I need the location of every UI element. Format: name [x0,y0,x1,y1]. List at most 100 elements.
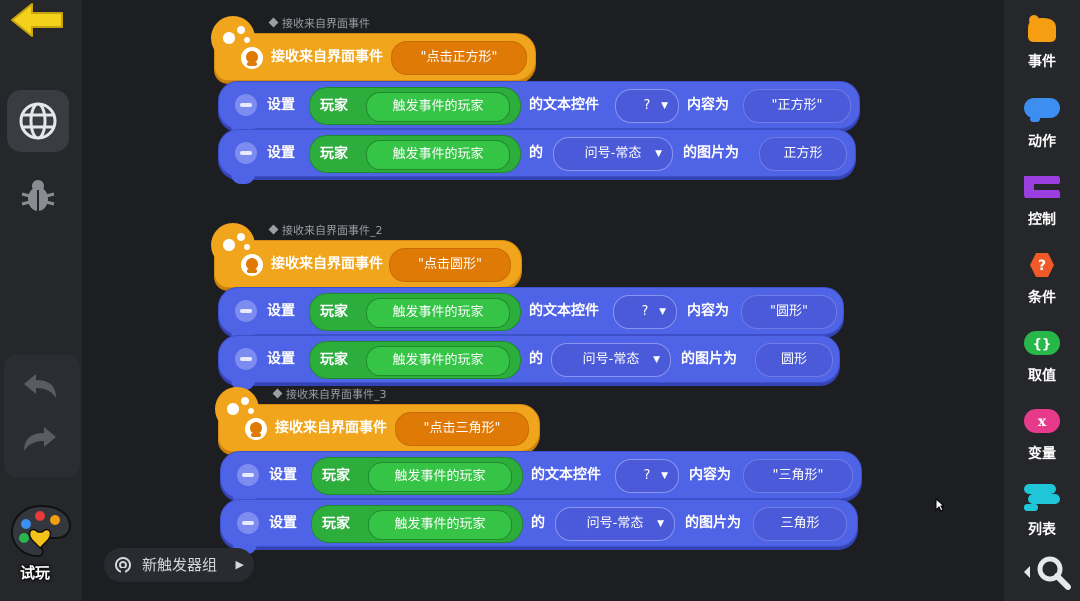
block-palette: 事件 动作 控制 ? 条件 {} 取值 x 变量 列表 [1004,0,1080,601]
value-icon: {} [1024,331,1060,355]
category-label: 动作 [1028,134,1056,150]
ui-event-icon [241,47,263,69]
variable-icon: x [1024,409,1060,433]
event-block[interactable]: 接收来自界面事件 "点击正方形" [211,16,536,81]
action-icon [1024,98,1060,122]
group-label: 接收来自界面事件 [268,15,370,31]
back-arrow-icon[interactable] [8,0,68,40]
image-control-dropdown[interactable]: 问号-常态 ▼ [555,507,675,541]
control-dropdown[interactable]: ? ▼ [615,459,679,493]
caret-down-icon: ▼ [659,307,666,317]
caret-down-icon: ▼ [655,149,662,159]
category-label: 事件 [1028,54,1056,70]
image-label: 的图片为 [683,145,739,161]
set-label: 设置 [267,303,295,319]
set-image-block[interactable]: 设置 玩家 触发事件的玩家 的 问号-常态 ▼ 的图片为 正方形 [218,129,856,184]
trigger-player-value[interactable]: 触发事件的玩家 [366,298,510,328]
player-block[interactable]: 玩家 触发事件的玩家 [309,341,521,379]
player-block[interactable]: 玩家 触发事件的玩家 [311,457,523,495]
script-canvas[interactable]: 接收来自界面事件 接收来自界面事件 "点击正方形" 设置 玩家 触发事件的玩家 … [82,0,1004,601]
action-icon [235,94,257,116]
trigger-player-value[interactable]: 触发事件的玩家 [368,510,512,540]
globe-button[interactable] [7,90,69,152]
play-test-button[interactable]: 试玩 [10,502,72,582]
control-dropdown[interactable]: ? ▼ [615,89,679,123]
player-label: 玩家 [322,516,350,532]
category-label: 列表 [1028,522,1056,538]
event-block[interactable]: 接收来自界面事件 "点击圆形" [211,223,522,288]
content-label: 内容为 [687,303,729,319]
category-action[interactable]: 动作 [1004,94,1080,151]
text-control-label: 的文本控件 [529,303,599,319]
trigger-player-value[interactable]: 触发事件的玩家 [368,462,512,492]
set-text-block[interactable]: 设置 玩家 触发事件的玩家 的文本控件 ? ▼ 内容为 "三角形" [220,451,862,506]
category-list[interactable]: 列表 [1004,482,1080,539]
player-label: 玩家 [320,98,348,114]
category-value[interactable]: {} 取值 [1004,328,1080,385]
event-name-input[interactable]: "点击三角形" [395,412,529,446]
event-name-input[interactable]: "点击正方形" [391,41,527,75]
control-icon [1024,176,1060,198]
event-label: 接收来自界面事件 [271,256,383,272]
image-control-dropdown[interactable]: 问号-常态 ▼ [553,137,673,171]
text-value-input[interactable]: "圆形" [741,295,837,329]
player-block[interactable]: 玩家 触发事件的玩家 [309,87,521,125]
set-text-block[interactable]: 设置 玩家 触发事件的玩家 的文本控件 ? ▼ 内容为 "圆形" [218,287,844,342]
trigger-player-value[interactable]: 触发事件的玩家 [366,346,510,376]
control-dropdown[interactable]: ? ▼ [613,295,677,329]
player-label: 玩家 [322,468,350,484]
text-value-input[interactable]: "正方形" [743,89,851,123]
redo-icon[interactable] [20,425,60,455]
group-label: 接收来自界面事件_2 [268,222,383,238]
text-value-input[interactable]: "三角形" [743,459,853,493]
category-event[interactable]: 事件 [1004,14,1080,71]
globe-icon [19,102,57,140]
undo-icon[interactable] [20,372,60,402]
svg-text:{}: {} [1033,337,1052,352]
of-label: 的 [529,145,543,161]
event-icon [1028,15,1056,42]
image-control-dropdown[interactable]: 问号-常态 ▼ [551,343,671,377]
ui-event-icon [245,418,267,440]
trigger-player-value[interactable]: 触发事件的玩家 [366,92,510,122]
action-icon [235,142,257,164]
image-value-input[interactable]: 三角形 [753,507,847,541]
category-label: 取值 [1028,368,1056,384]
player-label: 玩家 [320,304,348,320]
player-block[interactable]: 玩家 触发事件的玩家 [309,135,521,173]
category-control[interactable]: 控制 [1004,172,1080,229]
event-block[interactable]: 接收来自界面事件 "点击三角形" [215,387,540,452]
diamond-icon [268,17,279,28]
image-value-input[interactable]: 正方形 [759,137,847,171]
category-variable[interactable]: x 变量 [1004,406,1080,463]
event-name-input[interactable]: "点击圆形" [389,248,511,282]
player-block[interactable]: 玩家 触发事件的玩家 [311,505,523,543]
set-label: 设置 [269,515,297,531]
svg-text:x: x [1038,414,1047,430]
svg-text:?: ? [1038,258,1046,274]
set-label: 设置 [269,467,297,483]
action-icon [237,512,259,534]
caret-down-icon: ▼ [661,471,668,481]
set-label: 设置 [267,97,295,113]
caret-down-icon: ▼ [657,519,664,529]
trigger-player-value[interactable]: 触发事件的玩家 [366,140,510,170]
new-trigger-group-button[interactable]: 新触发器组 ▶ [104,548,254,582]
text-control-label: 的文本控件 [531,467,601,483]
condition-icon: ? [1030,253,1054,277]
search-icon[interactable] [1016,552,1076,592]
category-label: 变量 [1028,446,1056,462]
set-text-block[interactable]: 设置 玩家 触发事件的玩家 的文本控件 ? ▼ 内容为 "正方形" [218,81,860,136]
diamond-icon [268,224,279,235]
image-value-input[interactable]: 圆形 [755,343,833,377]
category-condition[interactable]: ? 条件 [1004,250,1080,307]
caret-down-icon: ▼ [653,355,660,365]
debug-bug-icon[interactable] [20,178,56,214]
set-image-block[interactable]: 设置 玩家 触发事件的玩家 的 问号-常态 ▼ 的图片为 圆形 [218,335,840,390]
player-label: 玩家 [320,146,348,162]
player-block[interactable]: 玩家 触发事件的玩家 [309,293,521,331]
content-label: 内容为 [689,467,731,483]
text-control-label: 的文本控件 [529,97,599,113]
set-image-block[interactable]: 设置 玩家 触发事件的玩家 的 问号-常态 ▼ 的图片为 三角形 [220,499,858,554]
of-label: 的 [529,351,543,367]
